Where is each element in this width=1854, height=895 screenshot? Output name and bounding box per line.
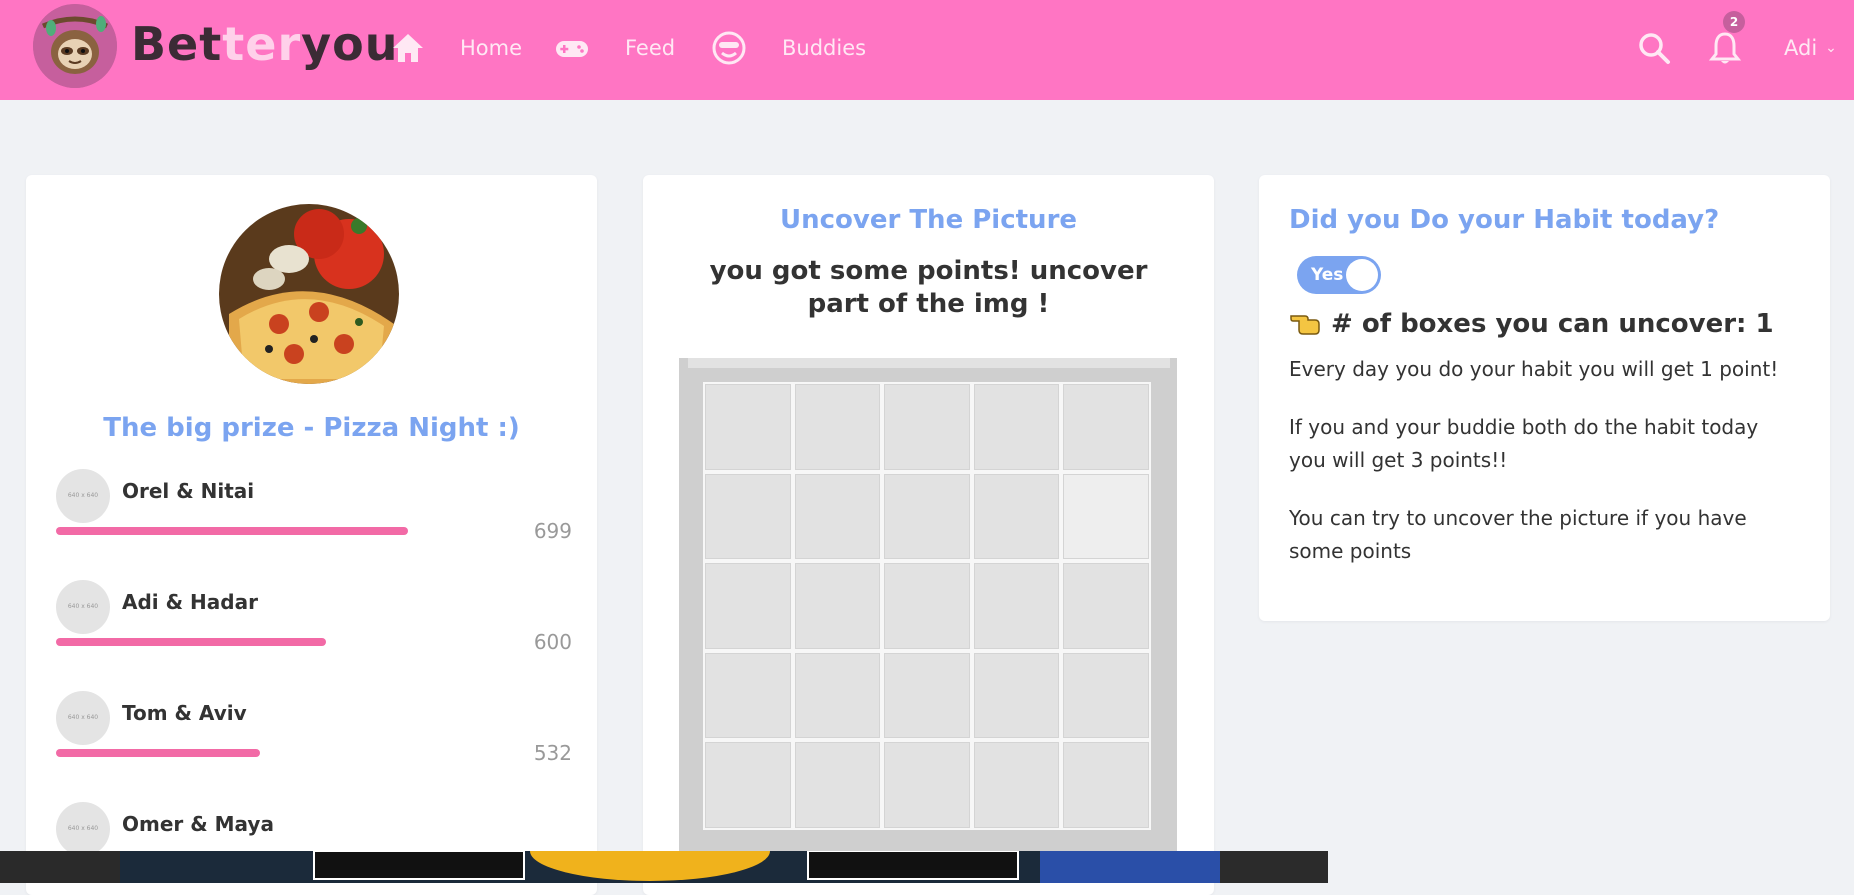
grid-cell[interactable] [1063,384,1149,470]
progress-bar [56,749,260,757]
grid-cell[interactable] [973,384,1060,470]
grid-cell[interactable] [1063,742,1149,828]
avatar: 640 x 640 [56,802,110,856]
grid-cell[interactable] [794,473,881,560]
brand-part-2: ter [222,17,302,71]
grid-cell[interactable] [973,473,1060,560]
chevron-down-icon: ⌄ [1825,40,1837,56]
team-names: Adi & Hadar [122,590,258,614]
avatar: 640 x 640 [56,691,110,745]
team-names: Orel & Nitai [122,479,255,503]
grid-cell[interactable] [705,563,791,649]
habit-card: Did you Do your Habit today? Yes # of bo… [1259,175,1830,621]
grid-cell[interactable] [884,384,970,470]
bell-icon[interactable] [1707,30,1743,66]
boxes-count-text: # of boxes you can uncover: 1 [1331,309,1774,339]
pointing-hand-icon [1289,310,1321,343]
team-names: Omer & Maya [122,812,274,836]
home-icon[interactable] [390,30,426,66]
progress-bar [56,527,408,535]
grid-cell[interactable] [884,563,970,649]
grid-cell[interactable] [794,742,881,828]
prize-card: The big prize - Pizza Night :) 640 x 640… [26,175,597,895]
prize-title: The big prize - Pizza Night :) [103,413,520,443]
team-score: 532 [533,741,572,765]
cool-face-icon[interactable] [711,30,747,66]
uncover-title: Uncover The Picture [779,205,1078,235]
grid-cell[interactable] [794,652,881,739]
habit-info-text: You can try to uncover the picture if yo… [1289,506,1747,563]
grid-cell[interactable] [1063,473,1149,560]
nav-feed-link[interactable]: Feed [625,32,675,64]
team-names: Tom & Aviv [122,701,247,725]
toggle-knob [1346,259,1378,291]
progress-bar [56,638,326,646]
grid-cell[interactable] [1063,563,1149,649]
boxes-count: # of boxes you can uncover: 1 [1289,309,1774,343]
user-name: Adi [1784,36,1818,60]
team-score: 699 [533,519,572,543]
grid-cell[interactable] [884,473,970,560]
grid-cell[interactable] [973,652,1060,739]
leaderboard-row: 640 x 640 Orel & Nitai 699 [56,469,572,569]
grid-cell[interactable] [705,473,791,560]
grid-cell[interactable] [884,652,970,739]
grid-cell[interactable] [794,563,881,649]
grid-cell[interactable] [884,742,970,828]
leaderboard-row: 640 x 640 Adi & Hadar 600 [56,580,572,680]
grid-cell[interactable] [705,384,791,470]
nav-home-link[interactable]: Home [460,32,522,64]
brand-part-1: Bet [131,17,223,71]
uncover-subtitle: you got some points! uncover part of the… [709,256,1148,319]
uncover-card: Uncover The Picture you got some points!… [643,175,1214,895]
grid-cell[interactable] [794,384,881,470]
habit-done-toggle[interactable]: Yes [1297,256,1381,294]
grid-cell[interactable] [973,742,1060,828]
picture-frame-top [688,358,1170,368]
avatar: 640 x 640 [56,469,110,523]
grid-cell[interactable] [705,652,791,739]
pizza-image [219,204,399,384]
team-score: 600 [533,630,572,654]
search-icon[interactable] [1636,30,1672,66]
grid-cell[interactable] [1063,652,1149,739]
habit-question: Did you Do your Habit today? [1289,205,1720,235]
grid-cell[interactable] [705,742,791,828]
toggle-label: Yes [1311,265,1344,285]
grid-cell[interactable] [973,563,1060,649]
user-menu[interactable]: Adi ⌄ [1784,32,1837,64]
uncover-grid [703,382,1151,830]
brand-part-3: you [301,17,399,71]
top-navbar: Betteryou Home Feed Buddies 2 Adi ⌄ [0,0,1854,100]
leaderboard-row: 640 x 640 Tom & Aviv 532 [56,691,572,791]
avatar: 640 x 640 [56,580,110,634]
sloth-logo-icon[interactable] [33,4,117,88]
bottom-banner-image [0,851,1328,883]
notification-count-badge: 2 [1723,11,1745,33]
brand-name[interactable]: Betteryou [131,14,398,74]
nav-buddies-link[interactable]: Buddies [782,32,866,64]
habit-info-text: If you and your buddie both do the habit… [1289,415,1759,472]
gamepad-icon[interactable] [554,30,590,66]
habit-info-text: Every day you do your habit you will get… [1289,357,1779,381]
